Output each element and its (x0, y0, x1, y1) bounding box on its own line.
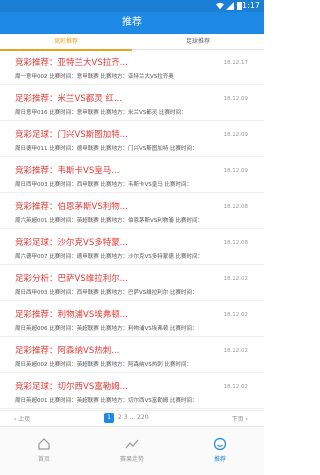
current-page[interactable]: 1 (104, 413, 114, 423)
item-date: 18.12.02 (223, 348, 249, 354)
item-description: 周日英超001 比赛时间：英超联赛 比赛地方：切尔西VS富勒姆 比赛时间： (15, 398, 198, 404)
item-title: 竞彩足球：切尔西VS富勒姆... (15, 382, 128, 392)
item-title: 竞彩推荐：亚特兰大VS拉齐... (15, 58, 128, 68)
item-date: 18.12.08 (223, 204, 249, 210)
pagination: ‹ 上页 1 2 3 ... 220 下页 › (0, 410, 264, 426)
item-title: 足彩推荐：阿森纳VS热刺... (15, 346, 120, 356)
nav-label: 赛果走势 (119, 456, 144, 463)
item-title: 足彩推荐：米兰VS都灵 红... (15, 94, 123, 104)
item-title: 足彩推荐：利物浦VS埃弗顿... (15, 310, 128, 320)
tab-label: 足球推荐 (185, 38, 210, 45)
item-description: 周六英超001 比赛时间：英超联赛 比赛地方：伯恩茅斯VS利物浦 比赛时间： (15, 218, 203, 224)
list-item[interactable]: 竞彩推荐：伯恩茅斯VS利物... 18.12.08 周六英超001 比赛时间：英… (0, 195, 264, 229)
article-list: 竞彩推荐：亚特兰大VS拉齐... 18.12.17 周一意甲002 比赛时间：意… (0, 51, 264, 425)
prev-page-button[interactable]: ‹ 上页 (14, 414, 30, 423)
item-title: 足彩分析：巴萨VS维拉利尔... (15, 274, 128, 284)
list-item[interactable]: 竞彩推荐：韦斯卡VS皇马... 18.12.09 周日西甲003 比赛时间：西甲… (0, 159, 264, 193)
item-description: 周日西甲003 比赛时间：西甲联赛 比赛地方：韦斯卡VS皇马 比赛时间： (15, 182, 192, 188)
item-title: 竞彩足球：门兴VS斯图加特... (15, 130, 128, 140)
item-description: 周日德甲011 比赛时间：德甲联赛 比赛地方：门兴VS斯图加特 比赛时间： (15, 146, 198, 152)
tab-bar: 竞彩推荐 足球推荐 (0, 34, 264, 51)
tab-jingcai-recommend[interactable]: 竞彩推荐 (0, 34, 132, 51)
nav-recommend[interactable]: 推荐 (176, 427, 264, 475)
item-description: 周六德甲007 比赛时间：德甲联赛 比赛地方：沙尔克VS多特蒙德 比赛时间： (15, 254, 203, 260)
list-item[interactable]: 足彩推荐：米兰VS都灵 红... 18.12.09 周日意甲016 比赛时间：意… (0, 87, 264, 121)
list-item[interactable]: 竞彩足球：切尔西VS富勒姆... 18.12.02 周日英超001 比赛时间：英… (0, 375, 264, 409)
nav-trend[interactable]: 赛果走势 (88, 427, 176, 475)
item-title: 竞彩推荐：伯恩茅斯VS利物... (15, 202, 128, 212)
item-description: 周日英超002 比赛时间：英超联赛 比赛地方：阿森纳VS热刺 比赛时间： (15, 362, 192, 368)
bottom-nav: 首页 赛果走势 推荐 (0, 426, 264, 475)
recommend-icon (213, 437, 227, 451)
nav-label: 首页 (37, 456, 50, 463)
tab-football-recommend[interactable]: 足球推荐 (132, 34, 264, 50)
item-description: 周日西甲003 比赛时间：西甲联赛 比赛地方：巴萨VS维拉利尔 比赛时间： (15, 290, 198, 296)
signal-icon (226, 2, 234, 10)
item-description: 周日英超006 比赛时间：英超联赛 比赛地方：利物浦VS埃弗顿 比赛时间： (15, 326, 198, 332)
item-title: 竞彩足球：沙尔克VS多特蒙... (15, 238, 128, 248)
item-date: 18.12.02 (223, 312, 249, 318)
item-date: 18.12.09 (223, 96, 249, 102)
list-item[interactable]: 竞彩推荐：亚特兰大VS拉齐... 18.12.17 周一意甲002 比赛时间：意… (0, 51, 264, 85)
item-description: 周一意甲002 比赛时间：意甲联赛 比赛地方：亚特兰大VS拉齐奥 (15, 74, 174, 80)
status-time: 11:17 (236, 1, 260, 10)
list-item[interactable]: 足彩推荐：阿森纳VS热刺... 18.12.02 周日英超002 比赛时间：英超… (0, 339, 264, 373)
item-date: 18.12.08 (223, 240, 249, 246)
next-page-button[interactable]: 下页 › (232, 414, 248, 423)
list-item[interactable]: 竞彩足球：门兴VS斯图加特... 18.12.09 周日德甲011 比赛时间：德… (0, 123, 264, 157)
item-date: 18.12.02 (223, 276, 249, 282)
item-date: 18.12.09 (223, 168, 249, 174)
list-item[interactable]: 竞彩足球：沙尔克VS多特蒙... 18.12.08 周六德甲007 比赛时间：德… (0, 231, 264, 265)
item-title: 竞彩推荐：韦斯卡VS皇马... (15, 166, 120, 176)
item-date: 18.12.02 (223, 384, 249, 390)
list-item[interactable]: 足彩分析：巴萨VS维拉利尔... 18.12.02 周日西甲003 比赛时间：西… (0, 267, 264, 301)
item-description: 周日意甲016 比赛时间：意甲联赛 比赛地方：米兰VS都灵 比赛时间： (15, 110, 187, 116)
tab-label: 竞彩推荐 (53, 38, 78, 45)
nav-label: 推荐 (213, 456, 226, 463)
page-title: 推荐 (0, 12, 264, 34)
list-item[interactable]: 足彩推荐：利物浦VS埃弗顿... 18.12.02 周日英超006 比赛时间：英… (0, 303, 264, 337)
item-date: 18.12.17 (223, 60, 249, 66)
item-date: 18.12.09 (223, 132, 249, 138)
status-bar: 11:17 (0, 0, 264, 12)
trend-icon (125, 439, 139, 449)
page-links[interactable]: 2 3 ... 220 (118, 414, 149, 421)
nav-home[interactable]: 首页 (0, 427, 88, 475)
home-icon (38, 438, 50, 450)
wifi-icon (216, 2, 224, 10)
